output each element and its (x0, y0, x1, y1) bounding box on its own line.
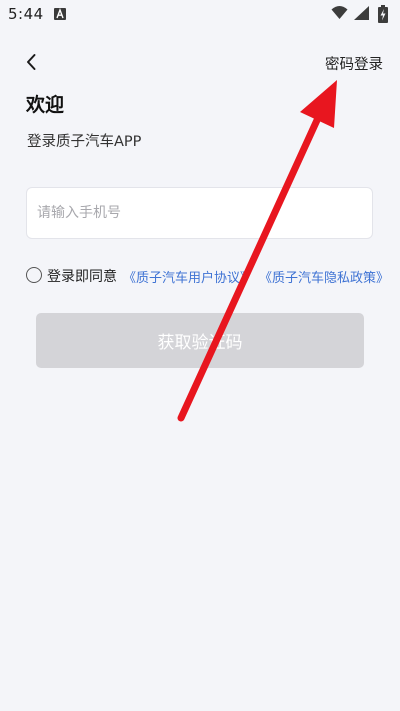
battery-charging-icon (378, 5, 388, 23)
status-time: 5:44 (8, 5, 44, 23)
get-verification-code-button[interactable]: 获取验证码 (36, 313, 364, 368)
chevron-left-icon (27, 54, 36, 70)
agreement-radio[interactable] (26, 267, 42, 283)
phone-number-input[interactable] (26, 187, 373, 239)
wifi-icon (331, 6, 348, 19)
back-button[interactable] (20, 50, 44, 74)
user-agreement-link[interactable]: 《质子汽车用户协议》 (123, 267, 253, 286)
notification-a-icon (54, 8, 66, 20)
page-subtitle: 登录质子汽车APP (27, 134, 142, 150)
password-login-link[interactable]: 密码登录 (325, 53, 383, 74)
agreement-prefix: 登录即同意 (47, 269, 117, 285)
privacy-policy-link[interactable]: 《质子汽车隐私政策》 (259, 267, 389, 286)
status-bar: 5:44 (0, 0, 400, 30)
page-title: 欢迎 (26, 94, 65, 116)
signal-icon (354, 6, 369, 20)
